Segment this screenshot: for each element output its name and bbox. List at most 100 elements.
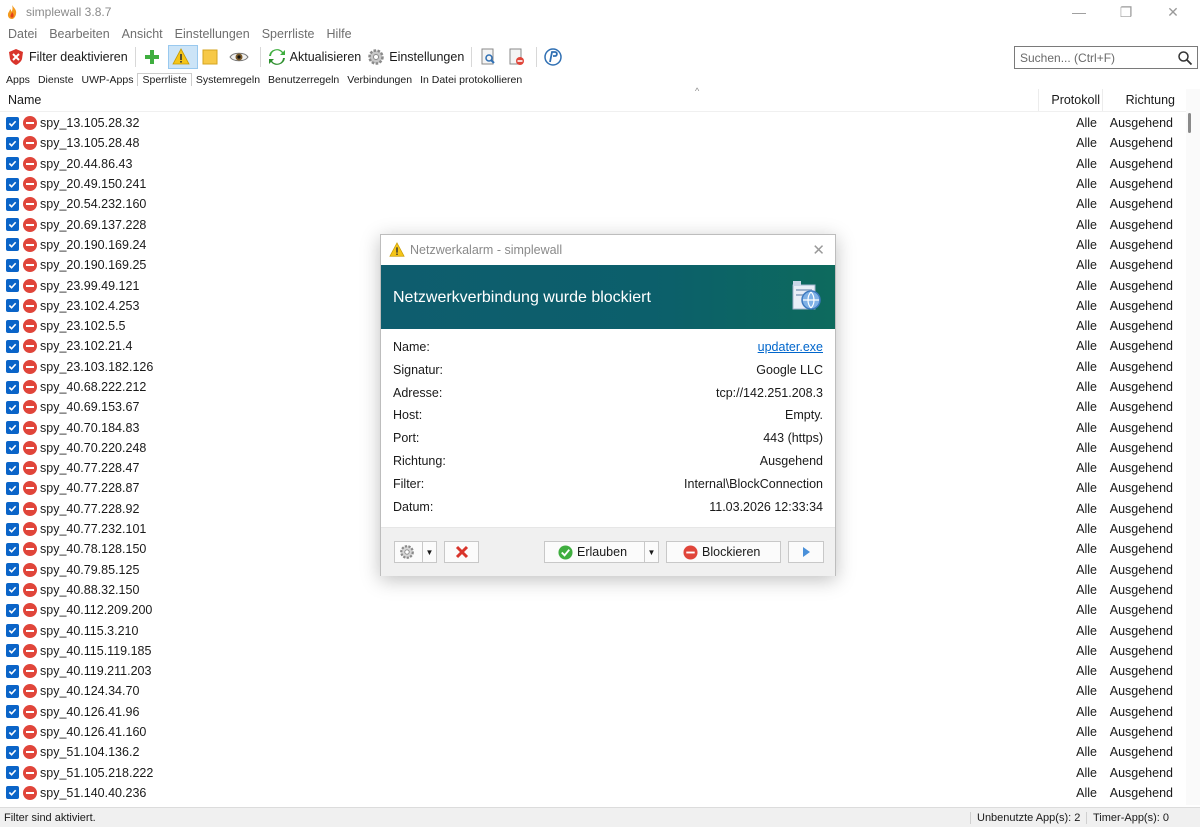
dialog-dismiss-button[interactable] (444, 541, 479, 563)
checkbox[interactable] (6, 339, 19, 353)
table-row[interactable]: spy_40.126.41.96 Alle Ausgehend (0, 702, 1186, 722)
checkbox[interactable] (6, 684, 19, 698)
checkbox[interactable] (6, 664, 19, 678)
checkbox[interactable] (6, 157, 19, 171)
tab-verbindungen[interactable]: Verbindungen (343, 74, 416, 86)
table-row[interactable]: spy_13.105.28.32 Alle Ausgehend (0, 113, 1186, 133)
app-name-link[interactable]: updater.exe (758, 340, 823, 354)
menu-ansicht[interactable]: Ansicht (122, 27, 163, 41)
add-rule-button[interactable] (140, 45, 168, 69)
table-row[interactable]: spy_40.124.34.70 Alle Ausgehend (0, 681, 1186, 701)
tab-sperrliste[interactable]: Sperrliste (137, 73, 192, 86)
refresh-button[interactable]: Aktualisieren (265, 45, 365, 69)
chevron-down-icon[interactable]: ▼ (422, 542, 436, 562)
checkbox[interactable] (6, 522, 19, 536)
table-row[interactable]: spy_40.126.41.160 Alle Ausgehend (0, 722, 1186, 742)
checkbox[interactable] (6, 502, 19, 516)
search-input[interactable]: Suchen... (Ctrl+F) (1014, 46, 1198, 69)
dialog-settings-button[interactable]: ▼ (394, 541, 437, 563)
checkbox[interactable] (6, 258, 19, 272)
tab-apps[interactable]: Apps (2, 74, 34, 86)
filter-toggle-button[interactable]: Filter deaktivieren (4, 45, 131, 69)
table-row[interactable]: spy_20.49.150.241 Alle Ausgehend (0, 174, 1186, 194)
table-row[interactable]: spy_13.105.28.48 Alle Ausgehend (0, 133, 1186, 153)
close-button[interactable]: ✕ (1150, 0, 1196, 24)
tab-benutzerregeln[interactable]: Benutzerregeln (264, 74, 343, 86)
scan-button[interactable] (476, 45, 504, 69)
checkbox[interactable] (6, 461, 19, 475)
menu-sperrliste[interactable]: Sperrliste (262, 27, 315, 41)
show-connections-button[interactable] (226, 45, 256, 69)
table-row[interactable]: spy_40.112.209.200 Alle Ausgehend (0, 600, 1186, 620)
menu-einstellungen[interactable]: Einstellungen (175, 27, 250, 41)
checkbox[interactable] (6, 603, 19, 617)
scrollbar-thumb[interactable] (1188, 113, 1191, 133)
checkbox[interactable] (6, 177, 19, 191)
table-row[interactable]: spy_20.69.137.228 Alle Ausgehend (0, 214, 1186, 234)
menu-datei[interactable]: Datei (8, 27, 37, 41)
checkbox[interactable] (6, 705, 19, 719)
rule-direction: Ausgehend (1109, 725, 1173, 740)
delete-unused-button[interactable] (504, 45, 532, 69)
tab-dienste[interactable]: Dienste (34, 74, 78, 86)
column-divider[interactable] (1038, 89, 1039, 111)
checkbox[interactable] (6, 725, 19, 739)
minimize-button[interactable]: — (1056, 0, 1102, 24)
notifications-button[interactable] (167, 45, 198, 69)
checkbox[interactable] (6, 421, 19, 435)
checkbox[interactable] (6, 766, 19, 780)
checkbox[interactable] (6, 786, 19, 800)
checkbox[interactable] (6, 238, 19, 252)
tab-systemregeln[interactable]: Systemregeln (192, 74, 264, 86)
settings-button[interactable]: Einstellungen (364, 45, 467, 69)
checkbox[interactable] (6, 116, 19, 130)
checkbox[interactable] (6, 360, 19, 374)
next-button[interactable] (788, 541, 824, 563)
checkbox[interactable] (6, 197, 19, 211)
maximize-button[interactable]: ❐ (1103, 0, 1149, 24)
rule-protocol: Alle (1076, 177, 1097, 192)
menu-hilfe[interactable]: Hilfe (327, 27, 352, 41)
checkbox[interactable] (6, 218, 19, 232)
checkbox[interactable] (6, 299, 19, 313)
checkbox[interactable] (6, 745, 19, 759)
menu-bearbeiten[interactable]: Bearbeiten (49, 27, 109, 41)
check-icon (8, 262, 17, 269)
table-row[interactable]: spy_40.115.3.210 Alle Ausgehend (0, 620, 1186, 640)
vertical-scrollbar[interactable] (1186, 89, 1200, 805)
checkbox[interactable] (6, 319, 19, 333)
checkbox[interactable] (6, 542, 19, 556)
checkbox[interactable] (6, 624, 19, 638)
checkbox[interactable] (6, 644, 19, 658)
block-icon (23, 765, 37, 780)
log-button[interactable] (198, 45, 226, 69)
checkbox[interactable] (6, 441, 19, 455)
column-header-name[interactable]: Name (8, 93, 41, 107)
column-header-direction[interactable]: Richtung (1103, 93, 1175, 107)
table-row[interactable]: spy_40.115.119.185 Alle Ausgehend (0, 641, 1186, 661)
block-button[interactable]: Blockieren (666, 541, 781, 563)
check-icon (8, 363, 17, 371)
tab-protokoll[interactable]: In Datei protokollieren (416, 74, 526, 86)
checkbox[interactable] (6, 481, 19, 495)
column-header-protocol[interactable]: Protokoll (1040, 93, 1100, 107)
donate-button[interactable] (541, 45, 569, 69)
rule-protocol: Alle (1076, 217, 1097, 232)
table-row[interactable]: spy_51.140.40.236 Alle Ausgehend (0, 783, 1186, 803)
table-row[interactable]: spy_40.88.32.150 Alle Ausgehend (0, 580, 1186, 600)
allow-button[interactable]: Erlauben ▼ (544, 541, 659, 563)
table-row[interactable]: spy_40.119.211.203 Alle Ausgehend (0, 661, 1186, 681)
dialog-close-button[interactable]: ✕ (812, 241, 825, 259)
checkbox[interactable] (6, 563, 19, 577)
checkbox[interactable] (6, 380, 19, 394)
checkbox[interactable] (6, 400, 19, 414)
table-row[interactable]: spy_20.44.86.43 Alle Ausgehend (0, 154, 1186, 174)
table-row[interactable]: spy_51.105.218.222 Alle Ausgehend (0, 763, 1186, 783)
tab-uwp-apps[interactable]: UWP-Apps (78, 74, 138, 86)
chevron-down-icon[interactable]: ▼ (644, 542, 658, 562)
checkbox[interactable] (6, 279, 19, 293)
table-row[interactable]: spy_20.54.232.160 Alle Ausgehend (0, 194, 1186, 214)
checkbox[interactable] (6, 583, 19, 597)
checkbox[interactable] (6, 136, 19, 150)
table-row[interactable]: spy_51.104.136.2 Alle Ausgehend (0, 742, 1186, 762)
